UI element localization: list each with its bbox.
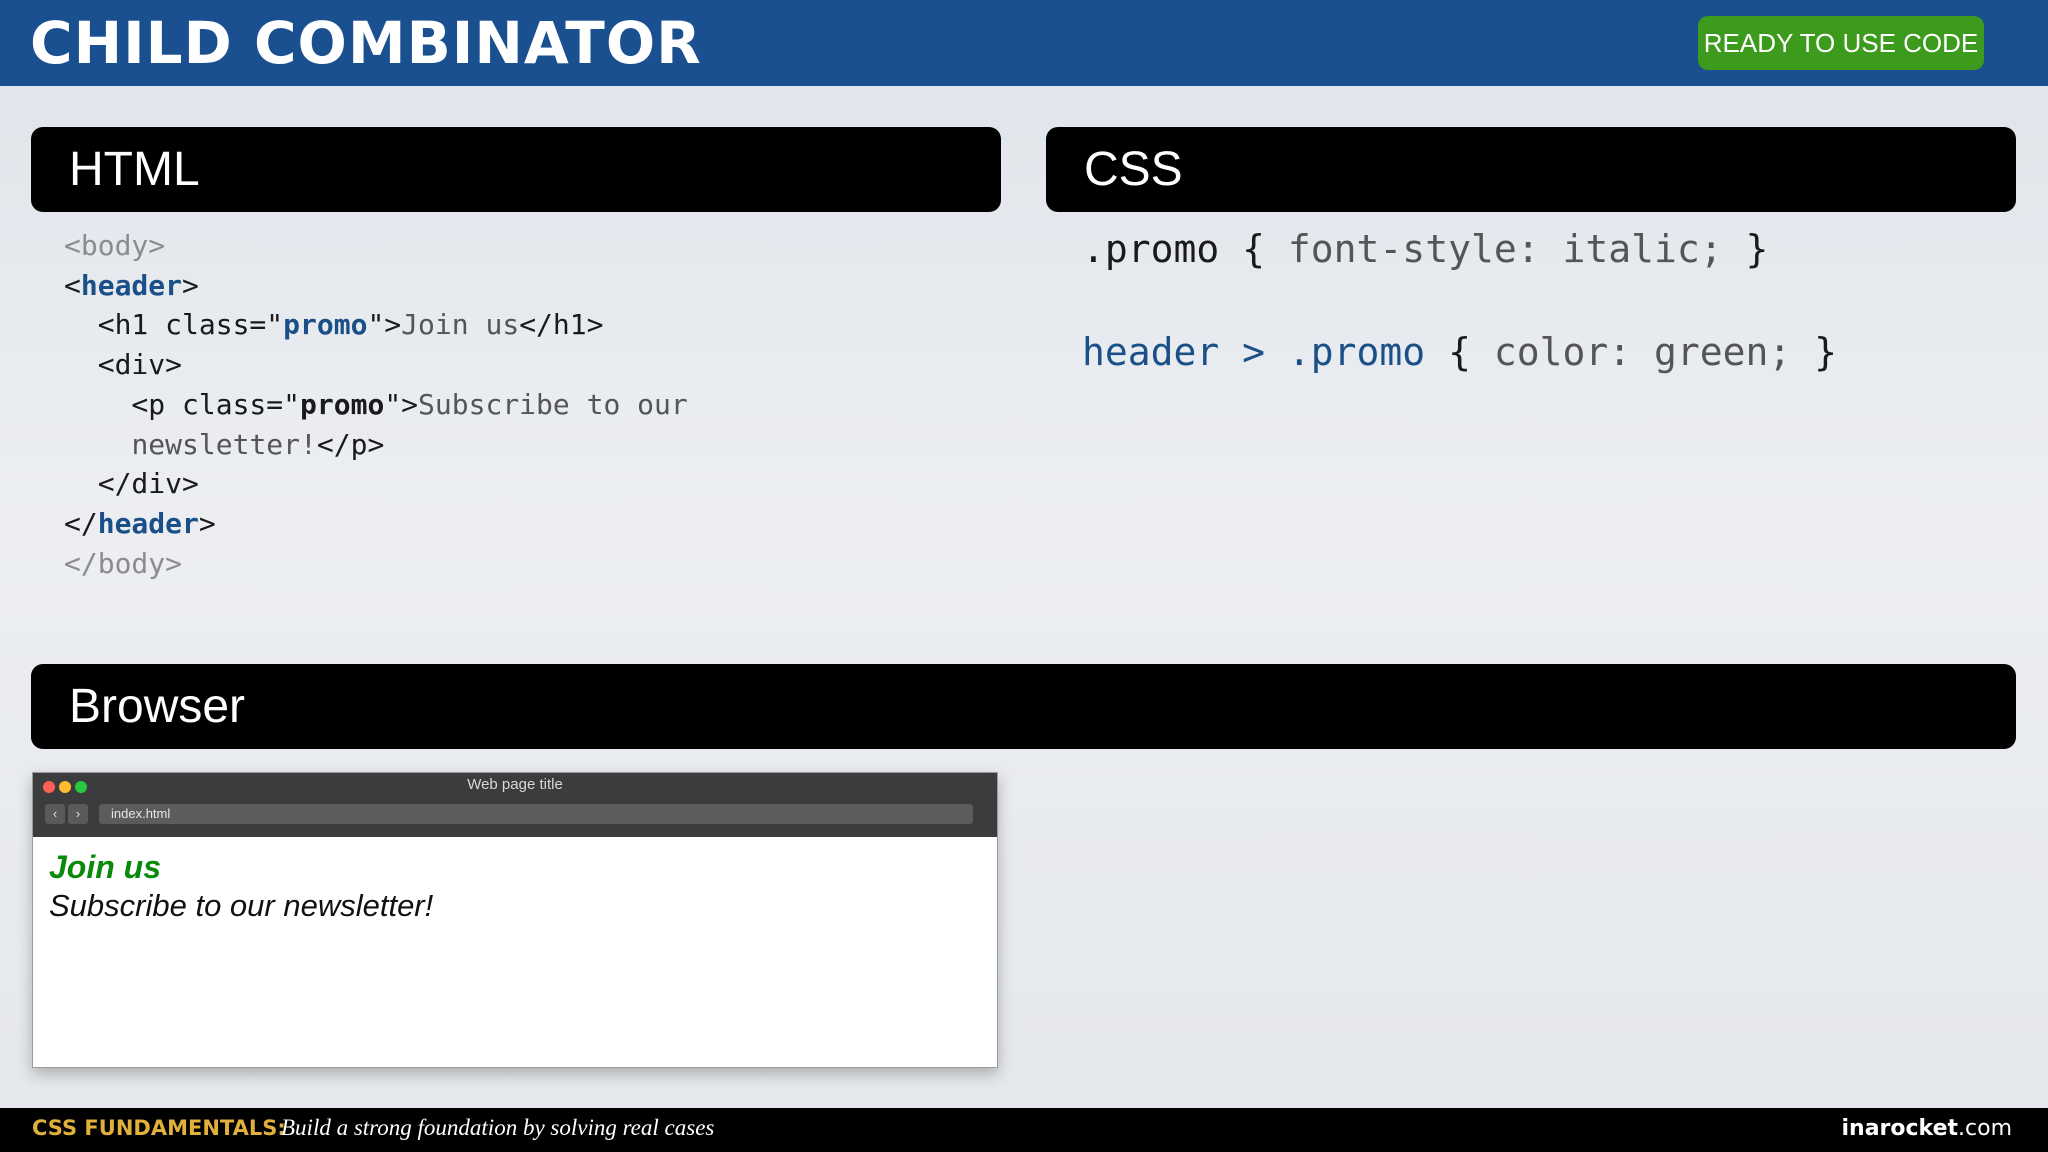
back-arrow-icon[interactable]: ‹ [45,804,65,824]
css-rule1-selector: .promo [1082,227,1220,271]
css-rule2-close: } [1791,330,1838,374]
code-header-close-tag: header [97,506,199,540]
rendered-promo-paragraph: Subscribe to our newsletter! [49,888,434,923]
browser-panel-title: Browser [69,680,246,733]
code-header-gt: > [182,268,199,302]
browser-window-title: Web page title [467,776,563,793]
css-rule1-declaration: font-style: italic; [1287,227,1723,271]
css-rule2-selector-b: .promo [1287,330,1426,374]
browser-viewport: Join us Subscribe to our newsletter! [33,837,997,1067]
footer-tagline: Build a strong foundation by solving rea… [281,1115,715,1140]
url-bar[interactable]: index.html [99,804,973,824]
footer-brand-name: inarocket [1841,1116,1959,1141]
footer: CSS FUNDAMENTALS: Build a strong foundat… [0,1108,2048,1152]
css-rule2-selector-a: header [1082,330,1220,374]
code-p-mid: "> [384,387,419,421]
forward-arrow-icon[interactable]: › [68,804,88,824]
footer-course-name: CSS FUNDAMENTALS: [32,1116,286,1140]
footer-brand: inarocket.com [1841,1116,2012,1141]
code-body-open: <body> [64,229,166,262]
browser-window: Web page title ‹ › index.html Join us Su… [32,772,998,1068]
css-rule2-open: { [1425,330,1494,374]
code-h1-text: Join us [401,308,520,342]
code-p-text1: Subscribe to our [418,387,688,421]
code-header-close-lt: </ [64,506,98,540]
css-rule1-close: } [1722,227,1769,271]
code-h1-close: </h1> [519,308,604,342]
html-panel-header: HTML [31,127,1001,212]
html-panel-title: HTML [69,143,200,196]
css-panel-header: CSS [1046,127,2016,212]
code-header-close-gt: > [198,506,216,540]
code-p-close: </p> [316,427,385,461]
top-bar: CHILD COMBINATOR READY TO USE CODE [0,0,2048,86]
code-h1-class: promo [283,308,368,342]
code-h1-mid: "> [367,308,402,342]
code-p-pre: <p class=" [64,387,301,421]
footer-brand-suffix: .com [1958,1116,2012,1141]
page-title: CHILD COMBINATOR [30,9,702,77]
css-rule2-combinator: > [1219,330,1288,374]
css-panel-title: CSS [1084,143,1183,196]
ready-to-use-code-button[interactable]: READY TO USE CODE [1698,16,1984,70]
rendered-promo-heading: Join us [49,849,162,885]
code-div-close: </div> [64,467,199,501]
code-header-tag: header [80,268,183,302]
browser-chrome: Web page title ‹ › index.html [33,773,997,837]
code-body-close: </body> [64,546,183,580]
css-rule2-declaration: color: green; [1493,330,1792,374]
css-rule1-open: { [1219,227,1288,271]
code-header-lt: < [64,268,81,302]
code-p-text2: newsletter! [131,427,317,461]
code-h1-pre: <h1 class=" [64,308,284,342]
html-code-block: <body> <header> <h1 class="promo">Join u… [64,226,688,583]
browser-panel-header: Browser [31,664,2016,749]
code-div-open: <div> [64,348,183,382]
code-p-class: promo [300,387,385,421]
css-code-block: .promo { font-style: italic; } header > … [1082,224,1837,379]
